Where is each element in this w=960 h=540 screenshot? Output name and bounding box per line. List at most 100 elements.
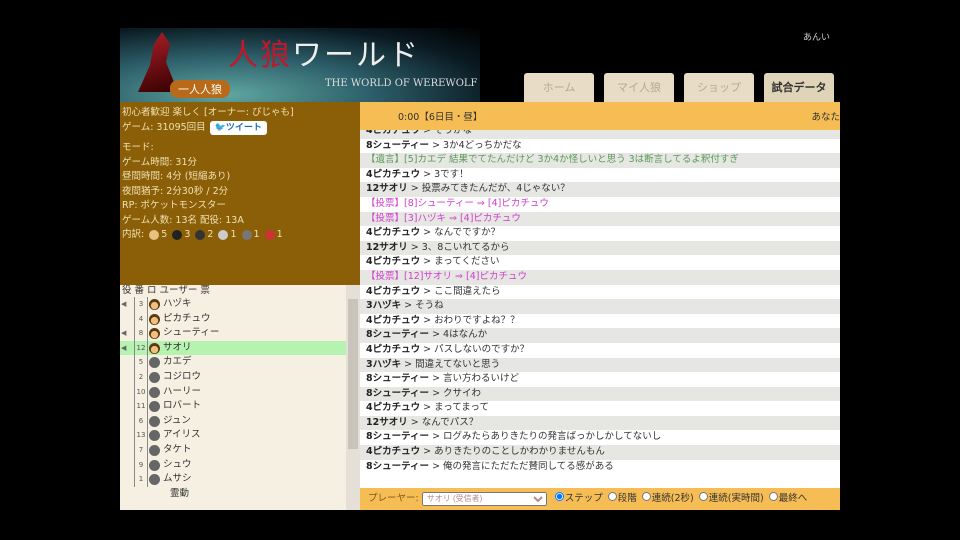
player-row[interactable]: 9 シュウ: [120, 457, 360, 473]
player-number: 1: [134, 472, 148, 487]
message: 言い方わるいけど: [443, 373, 520, 385]
message: そうかな: [434, 130, 473, 136]
chat-line: 4ピカチュウ > ここ間違えたら: [366, 285, 501, 297]
day-phase: 0:00【6日目・昼】: [398, 112, 483, 123]
chat-line: 8シューティー > クサイわ: [360, 386, 840, 402]
avatar: [149, 430, 160, 442]
tab-my-jinro[interactable]: マイ人狼: [604, 73, 674, 102]
scrollbar-thumb[interactable]: [348, 299, 358, 449]
player-name: ハヅキ: [163, 298, 192, 309]
player-number: 4: [134, 311, 148, 327]
message: 4はなんか: [443, 329, 488, 341]
option-label: 最終へ: [778, 493, 808, 504]
app-window: 人狼ワールド THE WORLD OF WEREWOLF 一人人狼 あんい ホー…: [120, 28, 840, 510]
player-name: アイリス: [163, 429, 201, 441]
option-label: 連続(実時間): [708, 493, 764, 504]
player-number: 11: [134, 399, 148, 414]
playback-option[interactable]: 段階: [607, 492, 637, 504]
logo-badge: 一人人狼: [170, 80, 230, 98]
player-row[interactable]: ◀ 12 サオリ: [120, 340, 360, 356]
player-number: 3: [134, 297, 148, 312]
player-name: カエデ: [163, 356, 192, 368]
playback-option[interactable]: 連続(2秒): [641, 492, 694, 504]
player-number: 7: [134, 442, 148, 458]
chat-line: 4ピカチュウ > パスしないのですか？: [366, 343, 530, 355]
message: ログみたらありきたりの発言ばっかしかしてないし: [443, 431, 662, 443]
tweet-button[interactable]: 🐦ツイート: [209, 120, 267, 135]
message: パスしないのですか？: [434, 343, 530, 355]
player-row[interactable]: 5 カエデ: [120, 355, 360, 370]
madman-icon: [264, 229, 275, 240]
chat-line: 4ピカチュウ > ありきたりのことしかわかりませんもん: [360, 445, 840, 460]
message: ここ間違えたら: [434, 285, 501, 297]
site-logo[interactable]: 人狼ワールド THE WORLD OF WEREWOLF 一人人狼: [120, 28, 480, 102]
player-select[interactable]: サオリ (受信者): [421, 491, 547, 506]
game-info-panel: 初心者歓迎 楽しく [オーナー: ぴじゃも] ゲーム: 31095回目 🐦ツイート…: [120, 102, 360, 285]
player-name: シュウ: [163, 458, 192, 470]
player-name: サオリ: [163, 341, 192, 353]
playback-option[interactable]: ステップ: [554, 492, 603, 504]
tab-home[interactable]: ホーム: [524, 73, 594, 102]
message: まってください: [434, 256, 500, 268]
playback-option[interactable]: 最終へ: [768, 492, 808, 504]
system-message: 【投票】[8]シューティー ⇒ [4]ピカチュウ: [366, 197, 549, 209]
message: 俺の発言にただただ賛同してる感がある: [443, 460, 614, 472]
speaker: 8シューティー: [366, 387, 430, 399]
player-row[interactable]: 11 ロバート: [120, 399, 360, 414]
player-list-scrollbar[interactable]: [346, 285, 360, 510]
message: 間違えてないと思う: [415, 358, 501, 370]
werewolf-icon: [172, 229, 183, 240]
radio-button[interactable]: [607, 492, 617, 501]
player-list: 役 番 ロ ユーザー 票 ◀ 3 ハヅキ 4 ピカチュウ ◀ 8 シューティー ◀ 12 サオリ 5 カ…: [120, 285, 360, 510]
player-row[interactable]: ◀ 3 ハヅキ: [120, 297, 360, 312]
playback-option[interactable]: 連続(実時間): [698, 492, 764, 504]
room-title: 初心者歓迎 楽しく [オーナー: ぴじゃも]: [122, 107, 294, 118]
tab-shop[interactable]: ショップ: [684, 73, 754, 102]
radio-button[interactable]: [641, 492, 651, 501]
marker-icon: ◀: [121, 329, 127, 338]
chat-line: 4ピカチュウ > なんでですか？: [366, 227, 501, 239]
option-label: 連続(2秒): [651, 493, 694, 504]
player-number: 2: [134, 369, 148, 385]
rp: RP: ポケットモンスター: [122, 200, 226, 211]
player-number: 10: [134, 384, 148, 400]
player-row[interactable]: 1 ムサシ: [120, 472, 360, 487]
speaker: 12サオリ: [366, 416, 408, 428]
speaker: 4ピカチュウ: [366, 130, 421, 136]
chat-line: 【投票】[8]シューティー ⇒ [4]ピカチュウ: [360, 197, 840, 212]
speaker: 4ピカチュウ: [366, 446, 421, 458]
player-name: コジロウ: [163, 370, 202, 382]
player-row[interactable]: 4 ピカチュウ: [120, 311, 360, 327]
chat-header: 0:00【6日目・昼】 あなた: [360, 102, 840, 130]
villager-icon: [149, 229, 160, 240]
player-row[interactable]: 6 ジュン: [120, 413, 360, 429]
logo-title: ワールド: [292, 38, 420, 73]
radio-button[interactable]: [554, 492, 564, 501]
player-row[interactable]: 13 アイリス: [120, 428, 360, 443]
player-row[interactable]: 2 コジロウ: [120, 369, 360, 385]
avatar: [149, 474, 160, 486]
chat-line: 8シューティー > 3か4どっちかだな: [366, 139, 522, 151]
message: 3、8こいれてるから: [421, 241, 510, 253]
avatar: [149, 313, 160, 325]
player-row[interactable]: 7 タケト: [120, 442, 360, 458]
system-message: 【遺言】[5]カエデ 結果でてたんだけど 3か4か怪しいと思う 3は断言してるよ…: [366, 154, 739, 166]
avatar: [149, 459, 160, 471]
day-time: 昼間時間: 4分 (短縮あり): [122, 171, 231, 182]
player-row[interactable]: ◀ 8 シューティー: [120, 326, 360, 341]
player-row[interactable]: 10 ハーリー: [120, 384, 360, 400]
message: 3か4どっちかだな: [443, 139, 522, 151]
tab-match-data[interactable]: 試合データ: [764, 73, 834, 102]
message: ありきたりのことしかわかりませんもん: [434, 446, 605, 458]
user-link[interactable]: あんい: [803, 30, 830, 43]
player-name: シューティー: [163, 327, 220, 339]
radio-button[interactable]: [698, 492, 708, 501]
chat-line: 12サオリ > 投票みてきたんだが、4じゃない？: [360, 182, 840, 197]
chat-line: 8シューティー > 4はなんか: [360, 328, 840, 343]
speaker: 8シューティー: [366, 431, 430, 443]
message: 3です！: [434, 168, 469, 180]
radio-button[interactable]: [768, 492, 778, 501]
speaker: 4ピカチュウ: [366, 256, 421, 268]
message: なんでですか？: [434, 227, 501, 239]
avatar: [149, 415, 160, 427]
